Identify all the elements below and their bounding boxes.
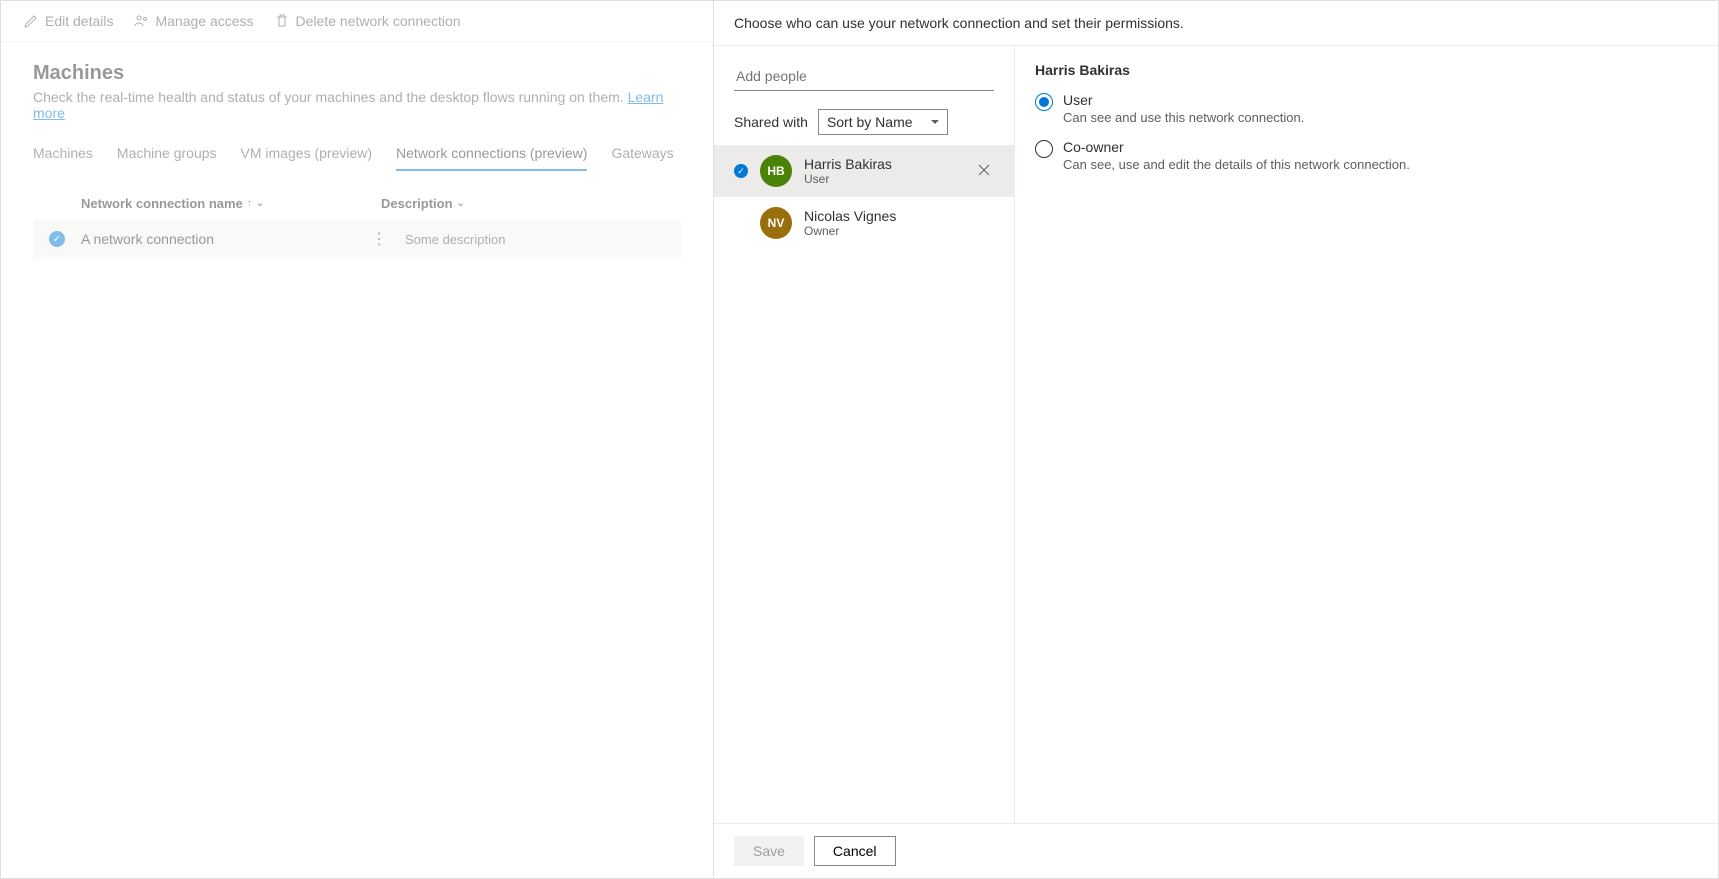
person-role: User bbox=[804, 172, 962, 186]
save-button[interactable]: Save bbox=[734, 836, 804, 866]
main-page: Edit details Manage access Delete networ… bbox=[1, 1, 713, 878]
radio-option-coowner[interactable]: Co-owner Can see, use and edit the detai… bbox=[1035, 139, 1698, 172]
radio-icon bbox=[1035, 140, 1053, 158]
people-icon bbox=[133, 13, 149, 29]
tab-network-connections[interactable]: Network connections (preview) bbox=[396, 137, 587, 171]
pencil-icon bbox=[23, 13, 39, 29]
person-name: Nicolas Vignes bbox=[804, 208, 994, 224]
shared-with-row: Shared with Sort by Name bbox=[734, 109, 994, 135]
table-row[interactable]: ✓ A network connection ⋮ Some descriptio… bbox=[33, 219, 681, 259]
delete-connection-label: Delete network connection bbox=[296, 13, 461, 29]
tab-vm-images[interactable]: VM images (preview) bbox=[241, 137, 372, 171]
person-role: Owner bbox=[804, 224, 994, 238]
page-title: Machines bbox=[33, 62, 681, 85]
page-body: Machines Check the real-time health and … bbox=[1, 42, 713, 259]
person-selected-placeholder bbox=[734, 216, 748, 230]
chevron-down-icon: ⌄ bbox=[457, 198, 465, 209]
row-name[interactable]: A network connection bbox=[81, 231, 353, 247]
remove-person-button[interactable] bbox=[974, 159, 994, 183]
column-desc-header[interactable]: Description ⌄ bbox=[381, 196, 681, 211]
column-name-label: Network connection name bbox=[81, 196, 243, 211]
panel-right: Harris Bakiras User Can see and use this… bbox=[1014, 46, 1718, 823]
row-menu-button[interactable]: ⋮ bbox=[369, 229, 389, 249]
person-meta: Harris Bakiras User bbox=[804, 156, 962, 186]
person-name: Harris Bakiras bbox=[804, 156, 962, 172]
close-icon bbox=[978, 164, 990, 176]
cancel-button[interactable]: Cancel bbox=[814, 836, 896, 866]
column-desc-label: Description bbox=[381, 196, 453, 211]
tab-machine-groups[interactable]: Machine groups bbox=[117, 137, 217, 171]
row-desc: Some description bbox=[405, 232, 505, 247]
radio-label: Co-owner bbox=[1063, 139, 1410, 155]
share-panel: Choose who can use your network connecti… bbox=[713, 1, 1718, 878]
avatar: NV bbox=[760, 207, 792, 239]
panel-header: Choose who can use your network connecti… bbox=[714, 1, 1718, 46]
manage-access-label: Manage access bbox=[155, 13, 253, 29]
panel-footer: Save Cancel bbox=[714, 823, 1718, 878]
person-meta: Nicolas Vignes Owner bbox=[804, 208, 994, 238]
app-root: Edit details Manage access Delete networ… bbox=[0, 0, 1719, 879]
table-header: Network connection name ↑ ⌄ Description … bbox=[33, 196, 681, 219]
radio-label: User bbox=[1063, 92, 1304, 108]
shared-with-label: Shared with bbox=[734, 114, 808, 130]
sort-by-select[interactable]: Sort by Name bbox=[818, 109, 948, 135]
add-people-input[interactable] bbox=[734, 62, 994, 91]
radio-desc: Can see, use and edit the details of thi… bbox=[1063, 157, 1410, 172]
delete-connection-button[interactable]: Delete network connection bbox=[268, 11, 467, 31]
edit-details-label: Edit details bbox=[45, 13, 113, 29]
person-selected-icon: ✓ bbox=[734, 164, 748, 178]
panel-body: Shared with Sort by Name ✓ HB Harris Bak… bbox=[714, 46, 1718, 823]
trash-icon bbox=[274, 13, 290, 29]
radio-desc: Can see and use this network connection. bbox=[1063, 110, 1304, 125]
sort-by-value: Sort by Name bbox=[827, 114, 913, 130]
subtitle-text: Check the real-time health and status of… bbox=[33, 89, 628, 105]
edit-details-button[interactable]: Edit details bbox=[17, 11, 119, 31]
tabs: Machines Machine groups VM images (previ… bbox=[33, 137, 681, 172]
column-name-header[interactable]: Network connection name ↑ ⌄ bbox=[81, 196, 341, 211]
radio-option-user[interactable]: User Can see and use this network connec… bbox=[1035, 92, 1698, 125]
panel-left: Shared with Sort by Name ✓ HB Harris Bak… bbox=[714, 46, 1014, 823]
detail-person-name: Harris Bakiras bbox=[1035, 62, 1698, 78]
page-subtitle: Check the real-time health and status of… bbox=[33, 89, 681, 121]
manage-access-button[interactable]: Manage access bbox=[127, 11, 259, 31]
command-bar: Edit details Manage access Delete networ… bbox=[1, 1, 713, 42]
person-item[interactable]: ✓ HB Harris Bakiras User bbox=[714, 145, 1014, 197]
chevron-down-icon: ⌄ bbox=[256, 198, 264, 209]
person-item[interactable]: NV Nicolas Vignes Owner bbox=[714, 197, 1014, 249]
person-list: ✓ HB Harris Bakiras User NV bbox=[714, 145, 1014, 249]
avatar: HB bbox=[760, 155, 792, 187]
sort-arrow-icon: ↑ bbox=[247, 198, 252, 209]
tab-gateways[interactable]: Gateways bbox=[611, 137, 673, 171]
tab-machines[interactable]: Machines bbox=[33, 137, 93, 171]
row-selected-icon[interactable]: ✓ bbox=[49, 231, 65, 247]
radio-icon bbox=[1035, 93, 1053, 111]
